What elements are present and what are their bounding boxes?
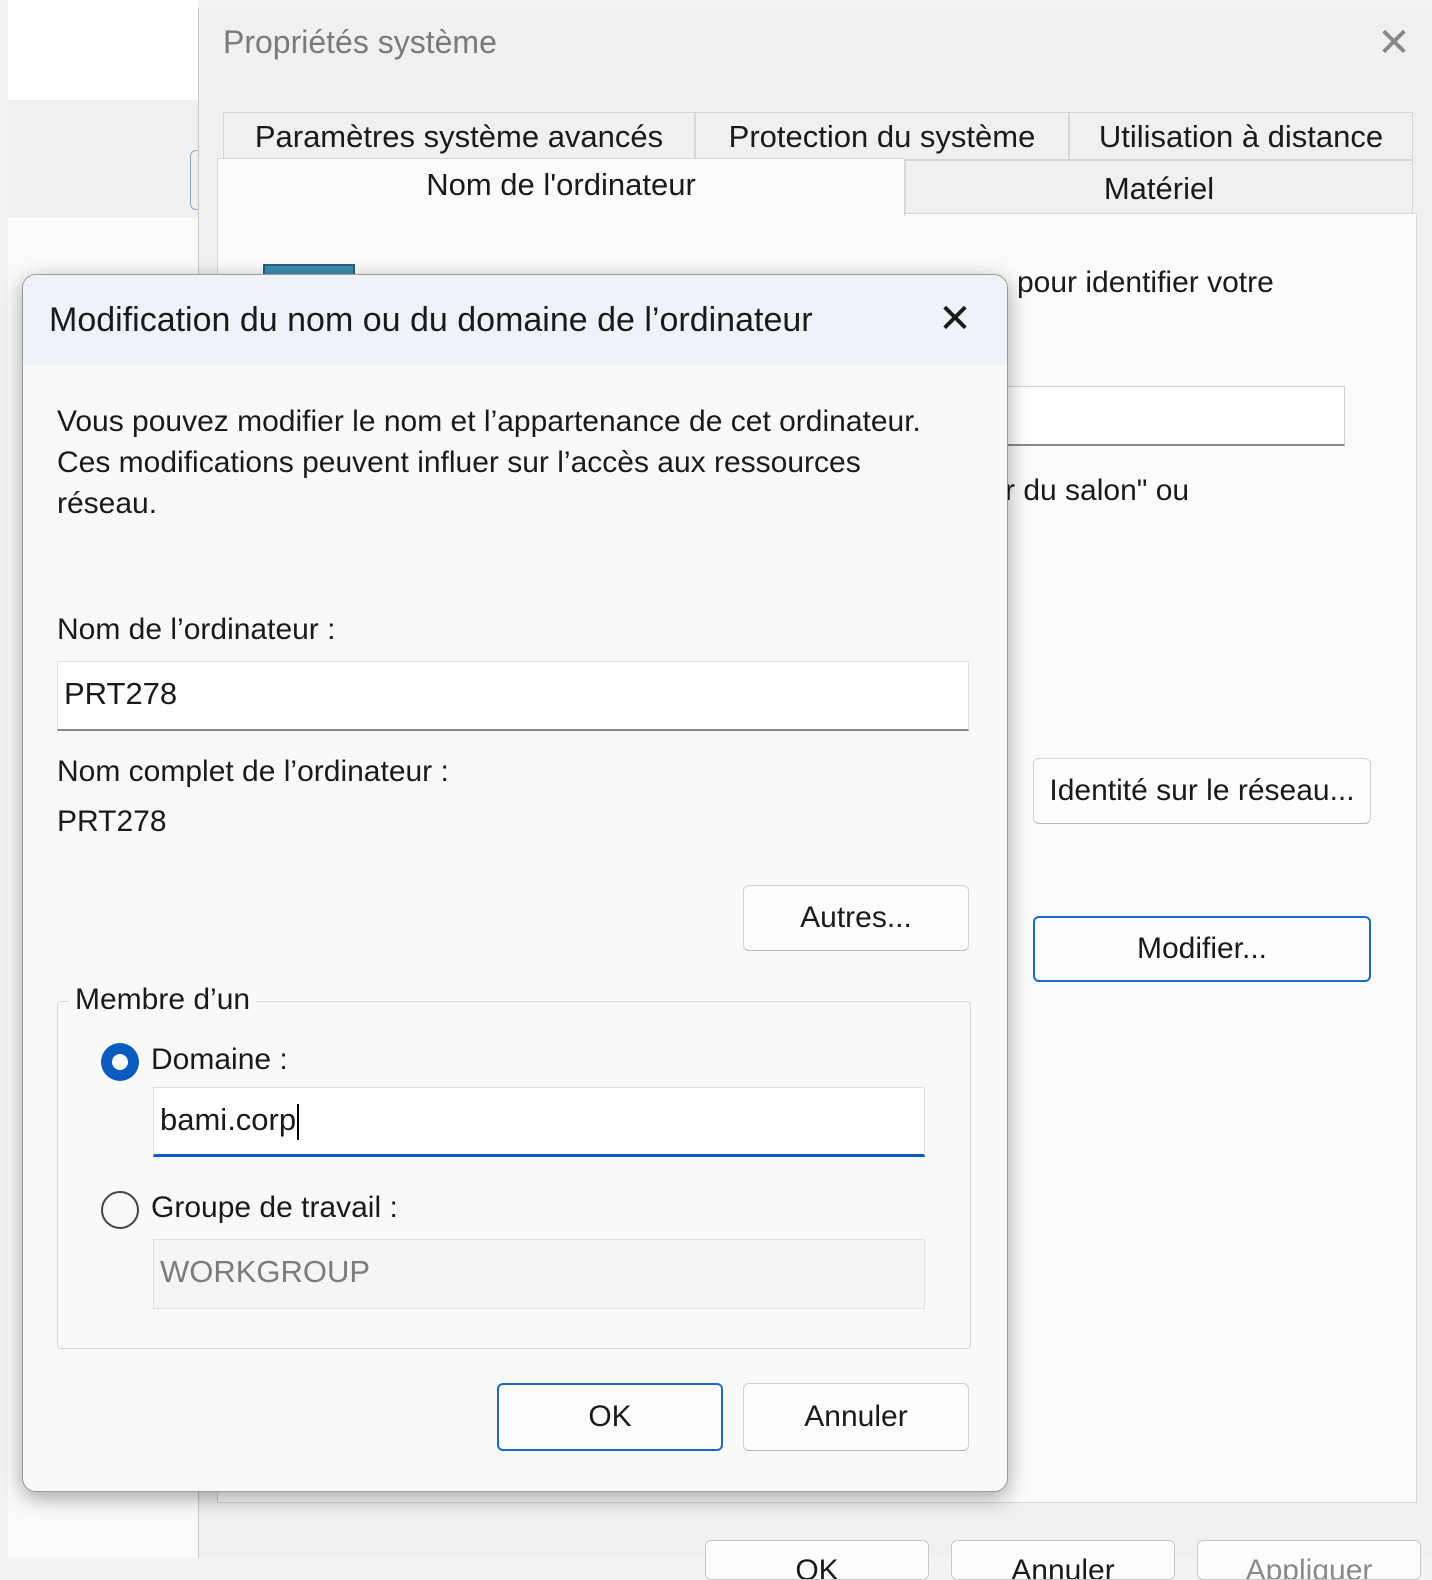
computer-description-field[interactable]	[1005, 386, 1345, 446]
text-cursor	[297, 1103, 300, 1140]
apply-button[interactable]: Appliquer	[1197, 1540, 1421, 1580]
cancel-button[interactable]: Annuler	[743, 1383, 969, 1451]
tab-remote[interactable]: Utilisation à distance	[1069, 112, 1413, 160]
network-id-button[interactable]: Identité sur le réseau...	[1033, 758, 1371, 824]
window-title: Propriétés système	[223, 24, 497, 60]
domain-input[interactable]: bami.corp	[153, 1087, 925, 1157]
background-window-header	[8, 0, 198, 101]
domain-input-value: bami.corp	[160, 1102, 297, 1137]
ok-button[interactable]: OK	[705, 1540, 929, 1580]
tab-advanced-settings[interactable]: Paramètres système avancés	[223, 112, 695, 160]
modify-button[interactable]: Modifier...	[1033, 916, 1371, 982]
dialog-description: Vous pouvez modifier le nom et l’apparte…	[57, 405, 921, 520]
domain-label: Domaine :	[151, 1043, 288, 1076]
tab-computer-name[interactable]: Nom de l'ordinateur	[217, 158, 905, 216]
workgroup-radio[interactable]	[101, 1191, 139, 1229]
full-name-label: Nom complet de l’ordinateur :	[57, 755, 449, 788]
tab-hardware[interactable]: Matériel	[905, 160, 1413, 214]
member-of-legend: Membre d’un	[69, 983, 257, 1017]
cancel-button[interactable]: Annuler	[951, 1540, 1175, 1580]
full-name-value: PRT278	[57, 805, 167, 838]
tab-system-protection[interactable]: Protection du système	[695, 112, 1069, 160]
dialog-title: Modification du nom ou du domaine de l’o…	[49, 301, 813, 339]
close-icon[interactable]: ✕	[933, 297, 977, 341]
ok-button[interactable]: OK	[497, 1383, 723, 1451]
workgroup-label: Groupe de travail :	[151, 1191, 398, 1224]
computer-name-input[interactable]: PRT278	[57, 661, 969, 731]
computer-name-change-dialog: Modification du nom ou du domaine de l’o…	[22, 274, 1008, 1492]
example-text-fragment: r du salon" ou	[1005, 474, 1190, 507]
workgroup-input[interactable]: WORKGROUP	[153, 1239, 925, 1309]
description-fragment: pour identifier votre	[1017, 266, 1274, 299]
close-icon[interactable]: ✕	[1373, 22, 1415, 64]
computer-name-label: Nom de l’ordinateur :	[57, 613, 336, 646]
more-button[interactable]: Autres...	[743, 885, 969, 951]
domain-radio[interactable]	[101, 1043, 139, 1081]
